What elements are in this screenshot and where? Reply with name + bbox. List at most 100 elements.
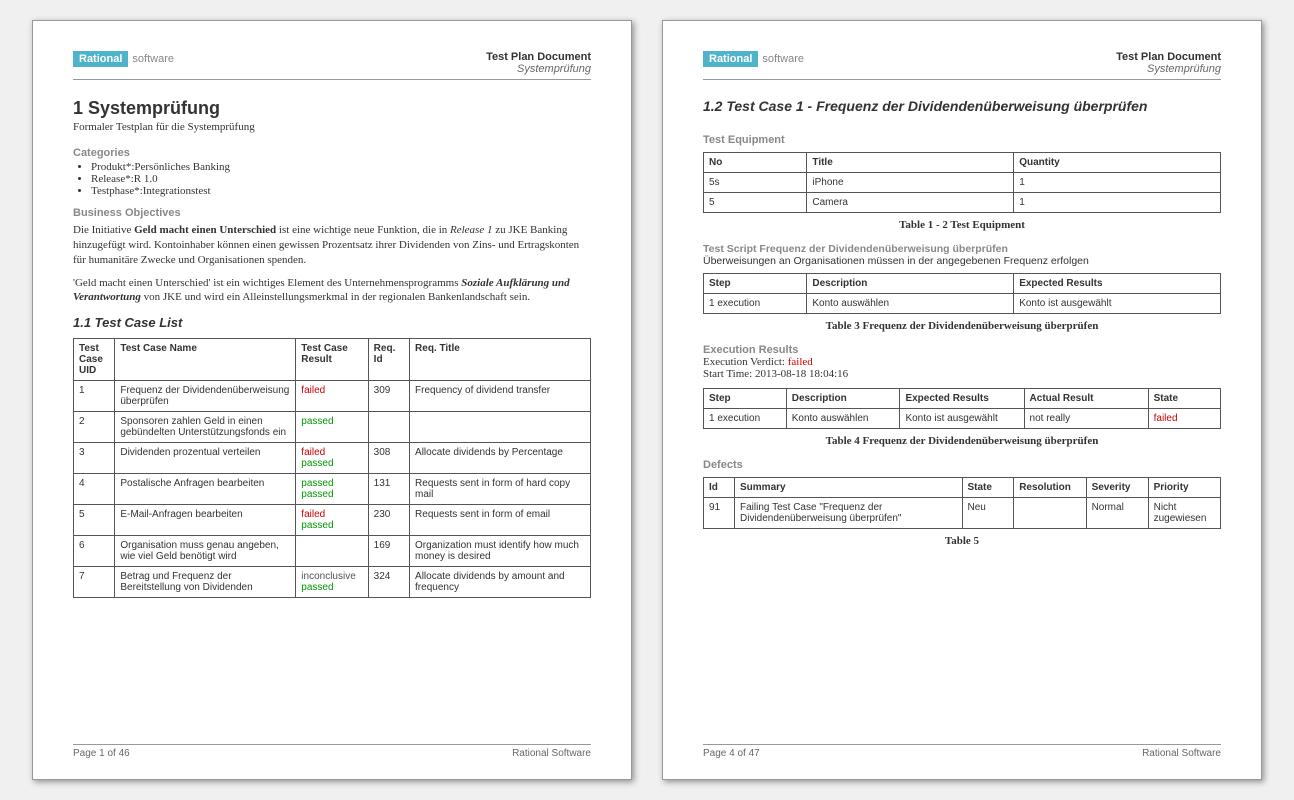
table-cell: 6: [74, 536, 115, 567]
table-cell: 5s: [704, 173, 807, 193]
table-cell: Allocate dividends by Percentage: [410, 443, 591, 474]
table-header: No: [704, 153, 807, 173]
test-equipment-label: Test Equipment: [703, 134, 1221, 146]
table-cell: Konto ist ausgewählt: [900, 409, 1024, 429]
table-header: Summary: [735, 478, 962, 498]
table-row: 5siPhone1: [704, 173, 1221, 193]
footer-page: Page 1 of 46: [73, 748, 130, 759]
execution-verdict-line: Execution Verdict: failed: [703, 356, 1221, 368]
table-cell: 4: [74, 474, 115, 505]
page-2: Rational software Test Plan Document Sys…: [662, 20, 1262, 780]
table-cell: Requests sent in form of email: [410, 505, 591, 536]
table-header: Test Case Name: [115, 339, 296, 381]
table-header: Test Case Result: [296, 339, 368, 381]
table-cell: not really: [1024, 409, 1148, 429]
table-header: Title: [807, 153, 1014, 173]
table-header: Actual Result: [1024, 389, 1148, 409]
table-cell: passedpassed: [296, 474, 368, 505]
bo-paragraph-2: 'Geld macht einen Unterschied' ist ein w…: [73, 276, 591, 306]
table-header: Resolution: [1014, 478, 1086, 498]
table-cell: Allocate dividends by amount and frequen…: [410, 567, 591, 598]
table-row: 7Betrag und Frequenz der Bereitstellung …: [74, 567, 591, 598]
header-right: Test Plan Document Systemprüfung: [1116, 51, 1221, 75]
table-cell: 324: [368, 567, 409, 598]
execution-start-time: 2013-08-18 18:04:16: [755, 368, 848, 380]
table-header: Priority: [1148, 478, 1220, 498]
table-cell: 5: [704, 193, 807, 213]
table-header: Req. Title: [410, 339, 591, 381]
test-result: passed: [301, 458, 362, 469]
table-cell: 7: [74, 567, 115, 598]
table-cell: Sponsoren zahlen Geld in einen gebündelt…: [115, 412, 296, 443]
test-script-label: Test Script Frequenz der Dividendenüberw…: [703, 243, 1008, 255]
table-header: Step: [704, 274, 807, 294]
table-cell: Konto auswählen: [786, 409, 900, 429]
table-cell: 131: [368, 474, 409, 505]
table-caption-exec: Table 4 Frequenz der Dividendenüberweisu…: [703, 435, 1221, 447]
doc-subtitle: Systemprüfung: [1116, 63, 1221, 75]
table-row: 1 executionKonto auswählenKonto ist ausg…: [704, 294, 1221, 314]
table-cell: E-Mail-Anfragen bearbeiten: [115, 505, 296, 536]
page-footer: Page 4 of 47 Rational Software: [703, 744, 1221, 759]
category-item: Testphase*:Integrationstest: [91, 185, 591, 197]
test-case-heading: 1.2 Test Case 1 - Frequenz der Dividende…: [703, 98, 1221, 114]
execution-results-table: StepDescriptionExpected ResultsActual Re…: [703, 388, 1221, 429]
bo-paragraph-1: Die Initiative Geld macht einen Untersch…: [73, 223, 591, 268]
category-item: Produkt*:Persönliches Banking: [91, 161, 591, 173]
doc-title: Test Plan Document: [1116, 51, 1221, 63]
logo-software: software: [758, 51, 808, 67]
doc-subtitle: Systemprüfung: [486, 63, 591, 75]
table-header: Step: [704, 389, 787, 409]
table-cell: [368, 412, 409, 443]
execution-verdict: failed: [788, 356, 813, 368]
table-row: 1Frequenz der Dividendenüberweisung über…: [74, 381, 591, 412]
categories-label: Categories: [73, 147, 591, 159]
table-header: Quantity: [1014, 153, 1221, 173]
test-script-table: StepDescriptionExpected Results1 executi…: [703, 273, 1221, 314]
execution-results-label: Execution Results: [703, 344, 1221, 356]
business-objectives-label: Business Objectives: [73, 207, 591, 219]
table-header: Description: [807, 274, 1014, 294]
table-header: Description: [786, 389, 900, 409]
table-cell: failedpassed: [296, 443, 368, 474]
test-result: passed: [301, 489, 362, 500]
footer-company: Rational Software: [512, 748, 591, 759]
table-cell: passed: [296, 412, 368, 443]
page-1: Rational software Test Plan Document Sys…: [32, 20, 632, 780]
table-cell: failed: [296, 381, 368, 412]
defects-label: Defects: [703, 459, 1221, 471]
table-cell: 169: [368, 536, 409, 567]
test-result: failed: [301, 385, 362, 396]
doc-title: Test Plan Document: [486, 51, 591, 63]
test-result: failed: [301, 447, 362, 458]
page-header: Rational software Test Plan Document Sys…: [73, 51, 591, 80]
execution-results-block: Execution Results Execution Verdict: fai…: [703, 344, 1221, 380]
test-result: passed: [301, 416, 362, 427]
table-cell: Postalische Anfragen bearbeiten: [115, 474, 296, 505]
table-caption-script: Table 3 Frequenz der Dividendenüberweisu…: [703, 320, 1221, 332]
table-header: Test Case UID: [74, 339, 115, 381]
footer-company: Rational Software: [1142, 748, 1221, 759]
table-cell: Organisation muss genau angeben, wie vie…: [115, 536, 296, 567]
table-cell: [296, 536, 368, 567]
test-script-desc: Überweisungen an Organisationen müssen i…: [703, 255, 1089, 267]
table-cell: 308: [368, 443, 409, 474]
logo-rational: Rational: [73, 51, 128, 67]
table-cell: Betrag und Frequenz der Bereitstellung v…: [115, 567, 296, 598]
table-cell: Dividenden prozentual verteilen: [115, 443, 296, 474]
logo-software: software: [128, 51, 178, 67]
test-case-list-table: Test Case UIDTest Case NameTest Case Res…: [73, 338, 591, 598]
logo: Rational software: [703, 51, 808, 67]
header-right: Test Plan Document Systemprüfung: [486, 51, 591, 75]
table-header: Req. Id: [368, 339, 409, 381]
test-case-list-heading: 1.1 Test Case List: [73, 315, 591, 330]
test-result: passed: [301, 478, 362, 489]
table-cell: 91: [704, 498, 735, 529]
page-header: Rational software Test Plan Document Sys…: [703, 51, 1221, 80]
table-cell: 5: [74, 505, 115, 536]
table-cell: Frequenz der Dividendenüberweisung überp…: [115, 381, 296, 412]
table-cell: Requests sent in form of hard copy mail: [410, 474, 591, 505]
table-cell: Neu: [962, 498, 1014, 529]
table-header: Expected Results: [900, 389, 1024, 409]
table-cell: iPhone: [807, 173, 1014, 193]
